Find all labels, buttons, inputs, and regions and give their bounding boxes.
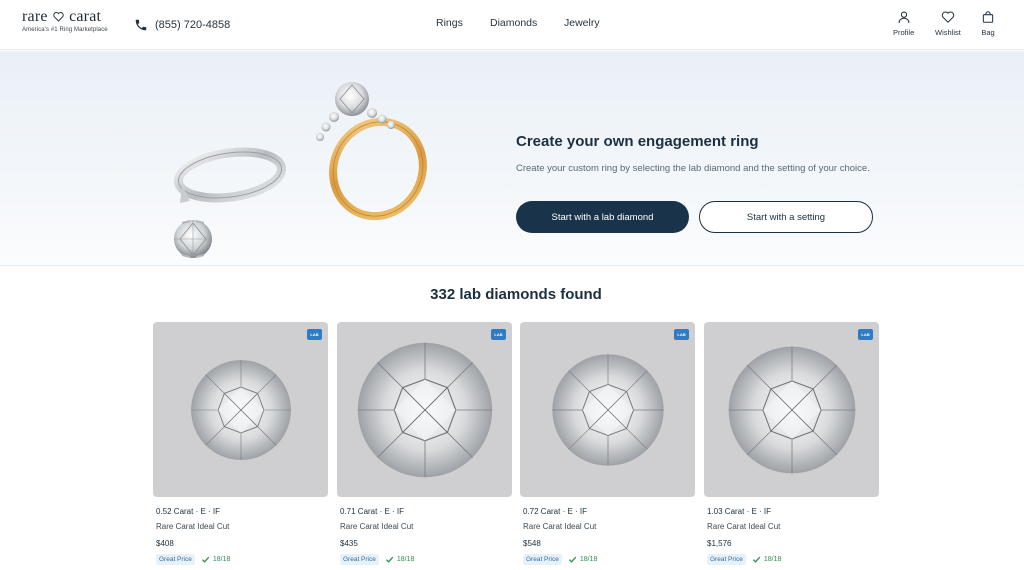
lab-badge: LAB: [491, 329, 506, 340]
lab-badge: LAB: [674, 329, 689, 340]
nav-rings[interactable]: Rings: [436, 17, 463, 29]
nav-diamonds[interactable]: Diamonds: [490, 17, 537, 29]
phone-number: (855) 720-4858: [155, 19, 231, 31]
checkmark-icon: [201, 556, 210, 563]
great-price-tag: Great Price: [340, 554, 379, 565]
diamond-card[interactable]: LAB 0.72 Carat · E · IF Rare Carat Ideal C…: [520, 322, 695, 570]
phone-icon: [135, 19, 147, 31]
quality-score: 18/18: [201, 555, 231, 564]
nav-jewelry[interactable]: Jewelry: [564, 17, 600, 29]
logo-tagline: America's #1 Ring Marketplace: [22, 27, 108, 33]
diamond-meta: Great Price 18/18: [156, 554, 230, 565]
checkmark-icon: [752, 556, 761, 563]
great-price-tag: Great Price: [523, 554, 562, 565]
engagement-ring-hero: Create your own engagement ring Create y…: [0, 51, 1024, 266]
wishlist-label: Wishlist: [935, 28, 961, 37]
diamond-meta: Great Price 18/18: [707, 554, 781, 565]
round-diamond-icon: [190, 359, 291, 460]
great-price-tag: Great Price: [707, 554, 746, 565]
lab-badge: LAB: [307, 329, 322, 340]
quality-score-value: 18/18: [396, 556, 415, 563]
diamond-price: $1,576: [707, 539, 732, 548]
diamond-image[interactable]: LAB: [337, 322, 512, 497]
logo-word-carat: carat: [69, 8, 102, 25]
diamond-image[interactable]: LAB: [520, 322, 695, 497]
diamond-cut: Rare Carat Ideal Cut: [156, 522, 230, 531]
diamond-cut: Rare Carat Ideal Cut: [340, 522, 414, 531]
quality-score-value: 18/18: [579, 556, 598, 563]
yellow-gold-ring-image: [316, 82, 427, 221]
round-diamond-icon: [551, 353, 664, 466]
logo[interactable]: rare carat America's #1 Ring Marketplace: [22, 9, 114, 39]
start-with-lab-diamond-button[interactable]: Start with a lab diamond: [516, 201, 689, 233]
checkmark-icon: [568, 556, 577, 563]
diamond-price: $435: [340, 539, 358, 548]
profile-label: Profile: [893, 28, 915, 37]
round-diamond-icon: [357, 342, 492, 477]
lab-badge: LAB: [858, 329, 873, 340]
heart-logo-icon: [53, 12, 64, 22]
logo-wordmark: rare carat: [22, 9, 114, 25]
hero-subtitle: Create your custom ring by selecting the…: [516, 163, 870, 174]
diamond-meta: Great Price 18/18: [523, 554, 597, 565]
diamond-card[interactable]: LAB 0.52 Carat · E · IF Rare Carat Ideal C…: [153, 322, 328, 570]
bag-icon: [982, 11, 994, 23]
diamond-image[interactable]: LAB: [153, 322, 328, 497]
diamond-cut: Rare Carat Ideal Cut: [523, 522, 597, 531]
diamond-card[interactable]: LAB 1.03 Carat · E · IF Rare Carat Ideal C…: [704, 322, 879, 570]
profile-link[interactable]: Profile: [893, 10, 914, 37]
user-icon: [898, 11, 910, 23]
quality-score: 18/18: [752, 555, 782, 564]
bag-label: Bag: [981, 28, 995, 37]
wishlist-link[interactable]: Wishlist: [935, 10, 961, 37]
diamond-meta: Great Price 18/18: [340, 554, 414, 565]
white-gold-ring-image: [173, 147, 286, 258]
quality-score-value: 18/18: [763, 556, 782, 563]
diamond-price: $408: [156, 539, 174, 548]
logo-word-rare: rare: [22, 8, 48, 25]
diamond-price: $548: [523, 539, 541, 548]
bag-link[interactable]: Bag: [981, 10, 995, 37]
diamond-spec: 0.72 Carat · E · IF: [523, 507, 588, 516]
diamond-spec: 0.71 Carat · E · IF: [340, 507, 405, 516]
great-price-tag: Great Price: [156, 554, 195, 565]
hero-title: Create your own engagement ring: [516, 133, 759, 150]
diamond-spec: 0.52 Carat · E · IF: [156, 507, 221, 516]
quality-score: 18/18: [385, 555, 415, 564]
heart-icon: [941, 11, 955, 23]
quality-score: 18/18: [568, 555, 598, 564]
diamond-card[interactable]: LAB 0.71 Carat · E · IF Rare Carat Ideal C…: [337, 322, 512, 570]
checkmark-icon: [385, 556, 394, 563]
quality-score-value: 18/18: [212, 556, 231, 563]
start-with-setting-button[interactable]: Start with a setting: [699, 201, 873, 233]
round-diamond-icon: [728, 346, 855, 473]
diamond-image[interactable]: LAB: [704, 322, 879, 497]
site-header: rare carat America's #1 Ring Marketplace…: [0, 0, 1024, 50]
diamond-cut: Rare Carat Ideal Cut: [707, 522, 781, 531]
results-count-heading: 332 lab diamonds found: [430, 286, 602, 303]
phone-link[interactable]: (855) 720-4858: [134, 15, 230, 35]
diamond-spec: 1.03 Carat · E · IF: [707, 507, 772, 516]
